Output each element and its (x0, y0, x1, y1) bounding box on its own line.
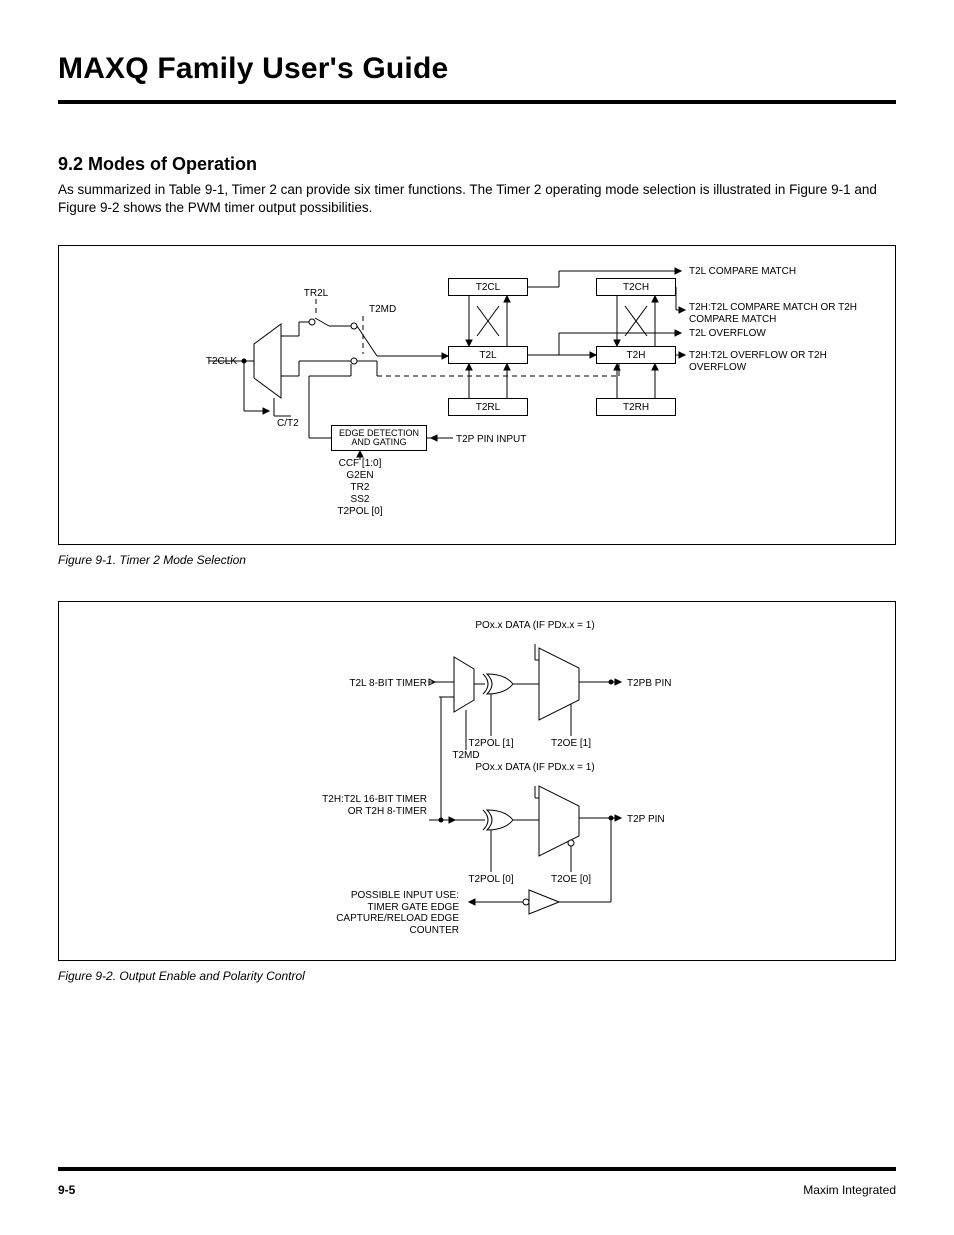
page-footer: 9-5 Maxim Integrated (58, 1183, 896, 1197)
figure-2-svg (59, 602, 895, 961)
figure-2-box: POx.x DATA (IF PDx.x = 1) T2L 8-BIT TIME… (58, 601, 896, 961)
footer-rule (58, 1167, 896, 1171)
doc-title: MAXQ Family User's Guide (58, 52, 896, 86)
section-heading: 9.2 Modes of Operation (58, 154, 896, 175)
figure-1-box: T2CL T2CH T2L T2H T2RL T2RH EDGE DETECTI… (58, 245, 896, 545)
page-number: 9-5 (58, 1183, 75, 1197)
figure-1-caption: Figure 9-1. Timer 2 Mode Selection (58, 553, 896, 567)
figure-1-svg (59, 246, 895, 545)
section-body: As summarized in Table 9-1, Timer 2 can … (58, 181, 896, 217)
figure-2-caption: Figure 9-2. Output Enable and Polarity C… (58, 969, 896, 983)
footer-company: Maxim Integrated (803, 1183, 896, 1197)
header-rule (58, 100, 896, 104)
